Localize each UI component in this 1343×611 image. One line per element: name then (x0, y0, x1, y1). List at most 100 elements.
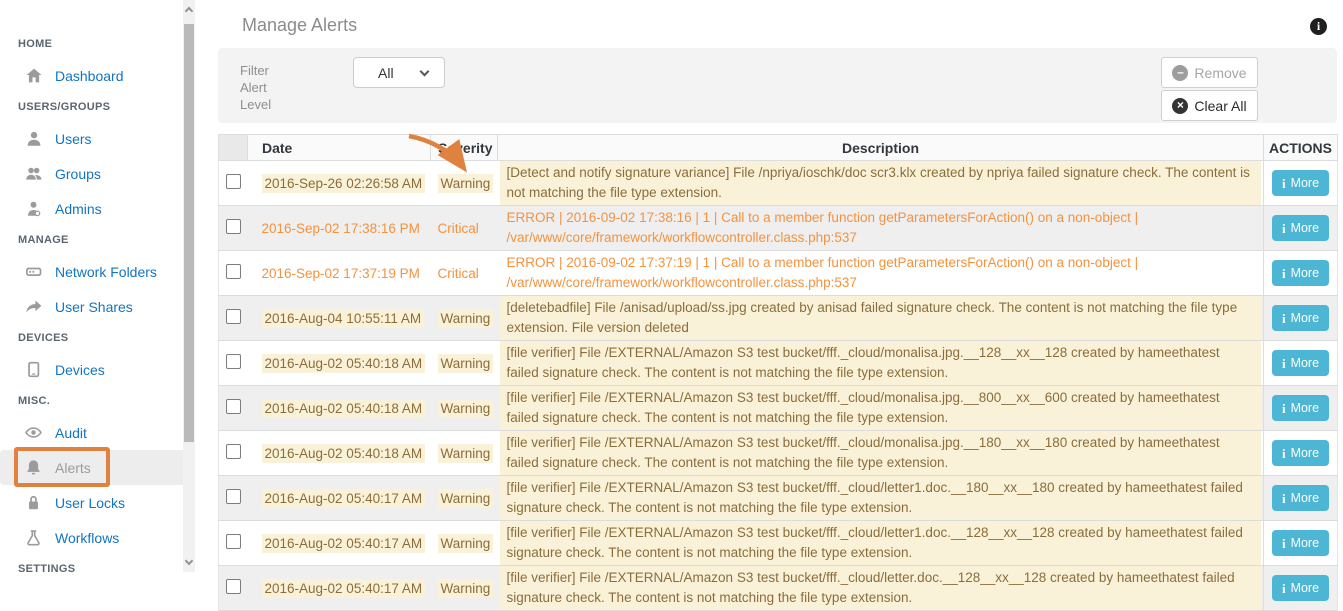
row-checkbox[interactable] (226, 399, 241, 414)
date-column-header: Date (248, 135, 431, 161)
more-label: More (1291, 491, 1319, 505)
alerts-table: Date Severity Description ACTIONS 2016-S… (218, 134, 1338, 611)
row-checkbox[interactable] (226, 264, 241, 279)
clear-all-label: Clear All (1194, 98, 1246, 114)
alert-description: ERROR | 2016-09-02 17:38:16 | 1 | Call t… (507, 208, 1255, 248)
alert-date: 2016-Sep-02 17:38:16 PM (262, 221, 420, 236)
alert-description: [file verifier] File /EXTERNAL/Amazon S3… (507, 478, 1255, 518)
more-label: More (1291, 356, 1319, 370)
admin-icon (25, 200, 42, 217)
alert-severity: Warning (438, 489, 494, 508)
alert-severity: Warning (438, 534, 494, 553)
info-icon: i (1282, 177, 1286, 190)
info-icon: i (1282, 582, 1286, 595)
sidebar-item-workflows[interactable]: Workflows (0, 520, 196, 555)
more-button[interactable]: i More (1272, 305, 1329, 331)
severity-column-header: Severity (431, 135, 498, 161)
device-icon (25, 361, 42, 378)
network-folders-icon (25, 263, 42, 280)
sidebar-item-user-shares[interactable]: User Shares (0, 289, 196, 324)
sidebar-item-label: Alerts (55, 460, 91, 476)
alert-date: 2016-Aug-04 10:55:11 AM (262, 309, 425, 328)
clear-all-button[interactable]: × Clear All (1161, 90, 1258, 121)
more-button[interactable]: i More (1272, 215, 1329, 241)
alert-row: 2016-Aug-02 05:40:17 AM Warning [file ve… (219, 476, 1338, 521)
info-icon: i (1282, 537, 1286, 550)
remove-button[interactable]: – Remove (1161, 57, 1258, 88)
alert-description: [file verifier] File /EXTERNAL/Amazon S3… (507, 433, 1255, 473)
more-button[interactable]: i More (1272, 260, 1329, 286)
actions-column-header: ACTIONS (1264, 135, 1338, 161)
row-checkbox[interactable] (226, 219, 241, 234)
more-label: More (1291, 401, 1319, 415)
row-checkbox[interactable] (226, 579, 241, 594)
alert-date: 2016-Aug-02 05:40:18 AM (262, 399, 426, 418)
remove-label: Remove (1194, 65, 1246, 81)
manage-alerts-panel: Manage Alerts i Filter Alert Level All –… (196, 0, 1343, 572)
sidebar-section-manage: MANAGE (0, 234, 196, 248)
more-button[interactable]: i More (1272, 395, 1329, 421)
alert-description: [deletebadfile] File /anisad/upload/ss.j… (507, 298, 1255, 338)
sidebar-item-label: Groups (55, 166, 101, 182)
alert-row: 2016-Sep-26 02:26:58 AM Warning [Detect … (219, 161, 1338, 206)
eye-icon (25, 424, 42, 441)
alert-level-select[interactable]: All (353, 57, 445, 88)
sidebar-item-audit[interactable]: Audit (0, 415, 196, 450)
more-label: More (1291, 221, 1319, 235)
sidebar-item-users[interactable]: Users (0, 121, 196, 156)
alert-row: 2016-Aug-02 05:40:18 AM Warning [file ve… (219, 386, 1338, 431)
sidebar-nav: HOMEDashboardUSERS/GROUPSUsersGroupsAdmi… (0, 0, 196, 577)
info-icon[interactable]: i (1310, 18, 1327, 35)
users-icon (25, 165, 42, 182)
page-title: Manage Alerts (242, 15, 1343, 36)
sidebar-item-label: Dashboard (55, 68, 124, 84)
sidebar-item-devices[interactable]: Devices (0, 352, 196, 387)
more-label: More (1291, 176, 1319, 190)
more-button[interactable]: i More (1272, 575, 1329, 601)
sidebar: HOMEDashboardUSERS/GROUPSUsersGroupsAdmi… (0, 0, 196, 572)
more-label: More (1291, 581, 1319, 595)
sidebar-section-misc-: MISC. (0, 395, 196, 409)
row-checkbox[interactable] (226, 444, 241, 459)
sidebar-item-alerts[interactable]: Alerts (0, 450, 186, 485)
scroll-up-icon[interactable] (185, 7, 193, 15)
filter-label: Filter Alert Level (240, 62, 288, 113)
sidebar-item-label: Workflows (55, 530, 119, 546)
info-icon: i (1282, 222, 1286, 235)
more-button[interactable]: i More (1272, 530, 1329, 556)
select-column-header (219, 135, 248, 161)
sidebar-item-admins[interactable]: Admins (0, 191, 196, 226)
info-icon: i (1282, 447, 1286, 460)
more-button[interactable]: i More (1272, 170, 1329, 196)
sidebar-item-dashboard[interactable]: Dashboard (0, 58, 196, 93)
row-checkbox[interactable] (226, 309, 241, 324)
row-checkbox[interactable] (226, 489, 241, 504)
home-icon (25, 67, 42, 84)
sidebar-section-devices: DEVICES (0, 332, 196, 346)
description-column-header: Description (498, 135, 1264, 161)
scrollbar-thumb[interactable] (184, 24, 194, 442)
alert-date: 2016-Aug-02 05:40:17 AM (262, 579, 426, 598)
sidebar-item-network-folders[interactable]: Network Folders (0, 254, 196, 289)
sidebar-item-label: Devices (55, 362, 105, 378)
row-checkbox[interactable] (226, 174, 241, 189)
more-button[interactable]: i More (1272, 350, 1329, 376)
sidebar-scrollbar[interactable] (183, 0, 195, 572)
alert-row: 2016-Aug-02 05:40:17 AM Warning [file ve… (219, 521, 1338, 566)
alert-row: 2016-Sep-02 17:38:16 PM Critical ERROR |… (219, 206, 1338, 251)
sidebar-item-label: User Locks (55, 495, 125, 511)
alert-row: 2016-Aug-02 05:40:18 AM Warning [file ve… (219, 341, 1338, 386)
alert-description: [file verifier] File /EXTERNAL/Amazon S3… (507, 388, 1255, 428)
alert-severity: Critical (438, 221, 479, 236)
sidebar-item-label: Network Folders (55, 264, 157, 280)
row-checkbox[interactable] (226, 354, 241, 369)
sidebar-item-groups[interactable]: Groups (0, 156, 196, 191)
sidebar-item-label: Admins (55, 201, 102, 217)
sidebar-item-user-locks[interactable]: User Locks (0, 485, 196, 520)
more-button[interactable]: i More (1272, 440, 1329, 466)
scroll-down-icon[interactable] (185, 557, 193, 565)
row-checkbox[interactable] (226, 534, 241, 549)
info-icon: i (1282, 312, 1286, 325)
more-button[interactable]: i More (1272, 485, 1329, 511)
more-label: More (1291, 446, 1319, 460)
